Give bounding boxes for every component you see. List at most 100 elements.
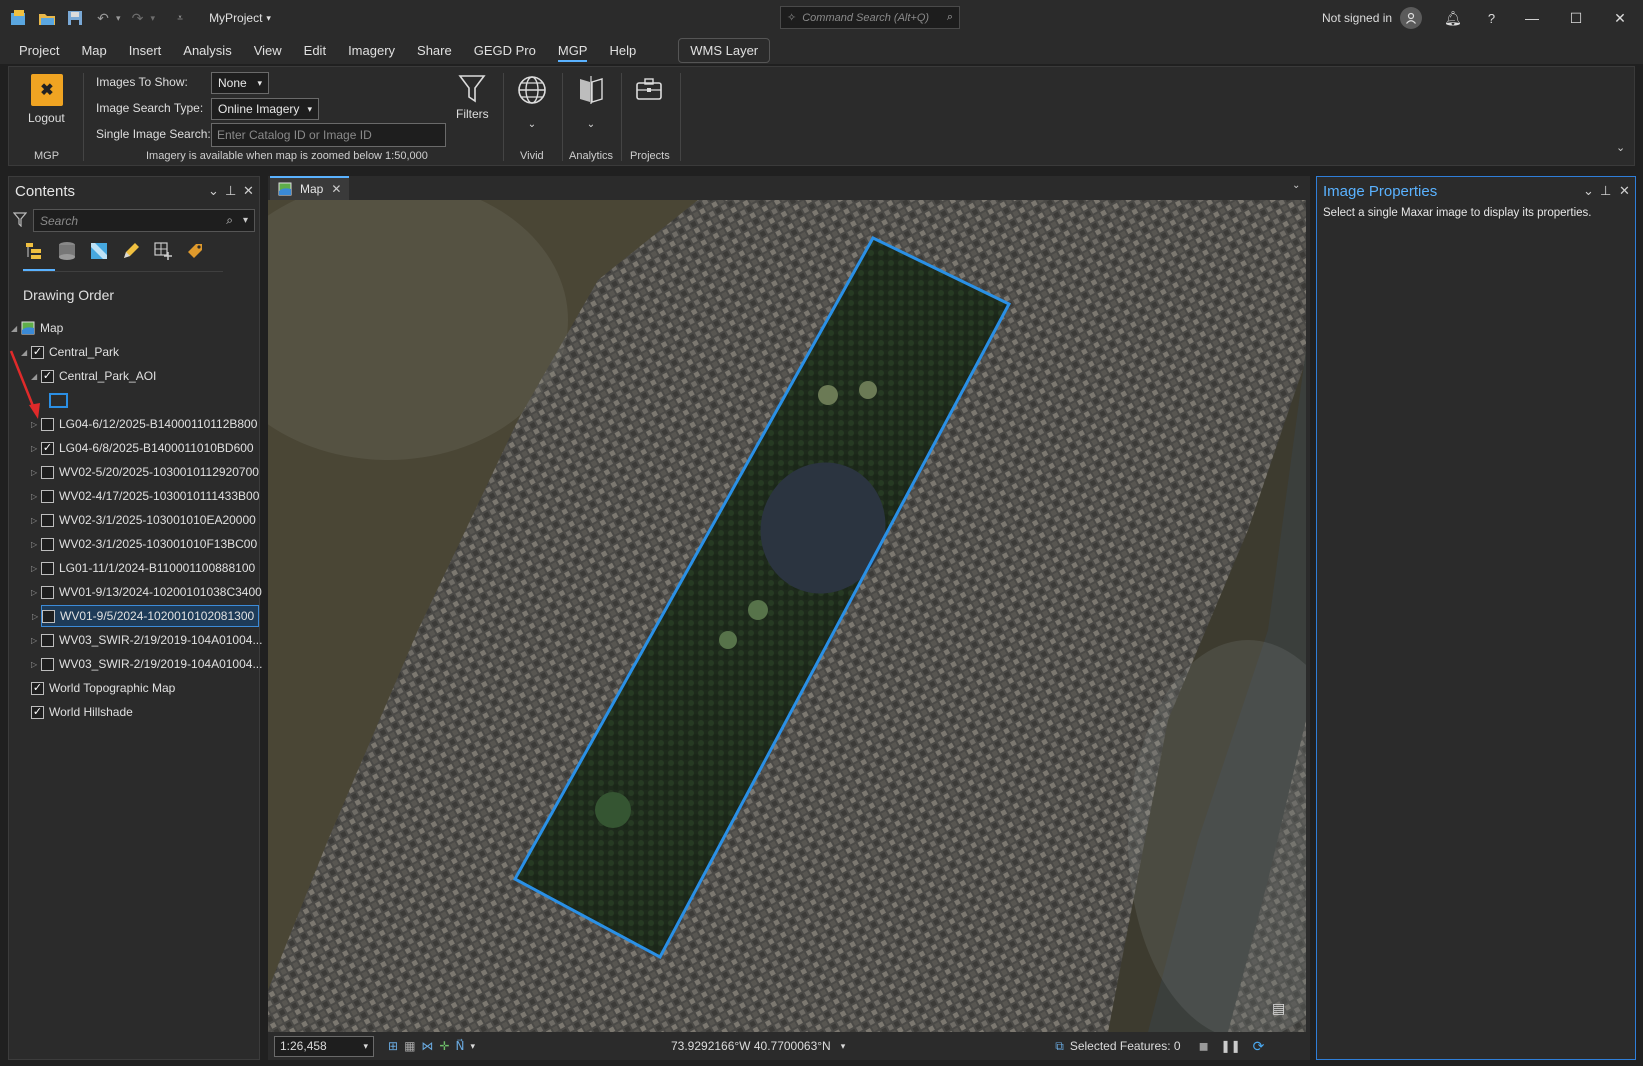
satellite-imagery[interactable]	[268, 200, 1306, 1032]
layer-checkbox[interactable]: ✓	[31, 705, 44, 719]
menu-imagery[interactable]: Imagery	[348, 39, 395, 62]
layer-checkbox[interactable]	[41, 489, 54, 503]
layer-row[interactable]: ▷ WV03_SWIR-2/19/2019-104A01004...	[31, 629, 262, 651]
close-icon[interactable]: ✕	[1619, 183, 1630, 199]
layer-checkbox[interactable]	[41, 513, 54, 527]
scale-extent-icon[interactable]: ⊞	[388, 1039, 398, 1053]
layer-row[interactable]: ▷ WV01-9/13/2024-10200101038C3400	[31, 581, 262, 603]
expand-triangle-icon[interactable]: ▷	[31, 492, 41, 501]
layer-row[interactable]: ▷ LG01-11/1/2024-B110001100888100	[31, 557, 255, 579]
expand-triangle-icon[interactable]: ▷	[31, 468, 41, 477]
list-by-drawing-order-icon[interactable]	[25, 241, 45, 261]
expand-triangle-icon[interactable]: ▷	[31, 636, 41, 645]
layer-row[interactable]: ▷ LG04-6/12/2025-B14000110112B800	[31, 413, 257, 435]
overview-icon[interactable]: ▤	[1272, 1000, 1285, 1017]
layer-checkbox[interactable]	[41, 633, 54, 647]
wms-layer-button[interactable]: WMS Layer	[678, 37, 771, 63]
projects-button[interactable]	[635, 77, 663, 101]
map-view[interactable]: ▤	[268, 200, 1306, 1032]
refresh-icon[interactable]: ⟳	[1253, 1038, 1265, 1055]
basemap-row[interactable]: ✓ World Hillshade	[31, 701, 133, 723]
layer-checkbox[interactable]	[41, 537, 54, 551]
new-project-icon[interactable]	[8, 7, 30, 29]
layer-row[interactable]: ▷ WV02-3/1/2025-103001010F13BC00	[31, 533, 257, 555]
expand-triangle-icon[interactable]: ▷	[31, 588, 41, 597]
menu-view[interactable]: View	[254, 39, 282, 62]
redo-dropdown-icon[interactable]: ▾	[151, 13, 156, 24]
list-by-selection-icon[interactable]	[89, 241, 109, 261]
analytics-button[interactable]: ⌄	[577, 75, 605, 130]
maximize-icon[interactable]: ☐	[1554, 0, 1598, 36]
scale-select[interactable]: 1:26,458 ▾	[274, 1035, 374, 1057]
customize-toolbar-icon[interactable]: ⩡	[169, 7, 191, 29]
close-window-icon[interactable]: ✕	[1598, 0, 1642, 36]
collapse-ribbon-icon[interactable]: ⌄	[1616, 141, 1625, 154]
expand-triangle-icon[interactable]: ▷	[31, 660, 41, 669]
undo-dropdown-icon[interactable]: ▾	[116, 13, 121, 24]
help-icon[interactable]: ?	[1488, 11, 1495, 26]
close-tab-icon[interactable]: ✕	[331, 182, 341, 196]
vivid-button[interactable]: ⌄	[517, 75, 547, 130]
layer-checkbox[interactable]: ✓	[41, 441, 54, 455]
pause-drawing-icon[interactable]: ❚❚	[1221, 1039, 1241, 1053]
map-tab[interactable]: Map ✕	[270, 176, 350, 200]
menu-analysis[interactable]: Analysis	[183, 39, 231, 62]
menu-edit[interactable]: Edit	[304, 39, 326, 62]
basemap-row[interactable]: ✓ World Topographic Map	[31, 677, 175, 699]
expand-triangle-icon[interactable]: ▷	[31, 540, 41, 549]
layer-row[interactable]: ▷ WV02-4/17/2025-1030010111433B00	[31, 485, 259, 507]
navigate-icon[interactable]: ✛	[439, 1039, 449, 1053]
undo-icon[interactable]: ↶	[92, 7, 114, 29]
open-project-icon[interactable]	[36, 7, 58, 29]
menu-project[interactable]: Project	[19, 39, 59, 62]
layer-checkbox[interactable]: ✓	[31, 681, 44, 695]
pin-icon[interactable]: ⊥	[225, 183, 236, 199]
layer-checkbox[interactable]	[41, 657, 54, 671]
pane-menu-icon[interactable]: ⌄	[1583, 183, 1594, 199]
save-icon[interactable]	[64, 7, 86, 29]
menu-map[interactable]: Map	[81, 39, 106, 62]
logout-button[interactable]: Logout	[28, 111, 65, 125]
menu-mgp[interactable]: MGP	[557, 39, 588, 62]
images-to-show-select[interactable]: None ▾	[211, 72, 269, 94]
notifications-bell-icon[interactable]: 🔔︎	[1444, 10, 1462, 27]
selected-features-count[interactable]: Selected Features: 0	[1070, 1039, 1181, 1053]
command-search[interactable]: ✧ Command Search (Alt+Q) ⌕	[780, 6, 960, 29]
layer-checkbox[interactable]	[41, 465, 54, 479]
image-search-type-select[interactable]: Online Imagery ▾	[211, 98, 319, 120]
layer-row[interactable]: ▷ ✓ LG04-6/8/2025-B1400011010BD600	[31, 437, 254, 459]
user-avatar-icon[interactable]	[1400, 7, 1423, 29]
project-title[interactable]: MyProject ▾	[209, 11, 271, 25]
layer-row[interactable]: ▷ WV02-5/20/2025-1030010112920700	[31, 461, 259, 483]
filters-button[interactable]: Filters	[456, 73, 489, 121]
expand-triangle-icon[interactable]: ▷	[31, 444, 41, 453]
tree-node-map[interactable]: ◢ Map	[11, 317, 63, 339]
pane-menu-icon[interactable]: ⌄	[208, 183, 219, 199]
clear-selection-icon[interactable]: ◼	[1199, 1039, 1209, 1053]
snapping-icon[interactable]: ⋈	[421, 1039, 433, 1053]
layer-checkbox[interactable]	[41, 585, 54, 599]
list-by-source-icon[interactable]	[57, 241, 77, 261]
layer-row[interactable]: ▷ WV03_SWIR-2/19/2019-104A01004...	[31, 653, 262, 675]
expand-triangle-icon[interactable]: ▷	[32, 612, 42, 621]
close-icon[interactable]: ✕	[243, 183, 254, 199]
layer-row[interactable]: ▷ WV01-9/5/2024-1020010102081300	[32, 605, 259, 627]
expand-triangle-icon[interactable]: ◢	[11, 324, 21, 333]
logout-icon[interactable]: ✖	[31, 74, 63, 106]
tree-node-central-park-aoi[interactable]: ◢ ✓ Central_Park_AOI	[31, 365, 156, 387]
grid-icon[interactable]: ▦	[404, 1039, 415, 1053]
expand-triangle-icon[interactable]: ▷	[31, 564, 41, 573]
menu-insert[interactable]: Insert	[129, 39, 162, 62]
menu-gegd-pro[interactable]: GEGD Pro	[474, 39, 536, 62]
chevron-down-icon[interactable]: ▾	[243, 215, 248, 226]
list-by-labeling-icon[interactable]	[185, 241, 205, 261]
minimize-icon[interactable]: —	[1510, 0, 1554, 36]
expand-triangle-icon[interactable]: ▷	[31, 516, 41, 525]
list-by-editing-icon[interactable]	[121, 241, 141, 261]
contents-search-input[interactable]: Search ⌕ ▾	[33, 209, 255, 232]
aoi-symbol[interactable]	[49, 389, 68, 411]
signin-area[interactable]: Not signed in 🔔︎ ?	[1322, 0, 1495, 36]
chevron-down-icon[interactable]: ▾	[841, 1041, 846, 1052]
menu-help[interactable]: Help	[609, 39, 636, 62]
menu-share[interactable]: Share	[417, 39, 452, 62]
